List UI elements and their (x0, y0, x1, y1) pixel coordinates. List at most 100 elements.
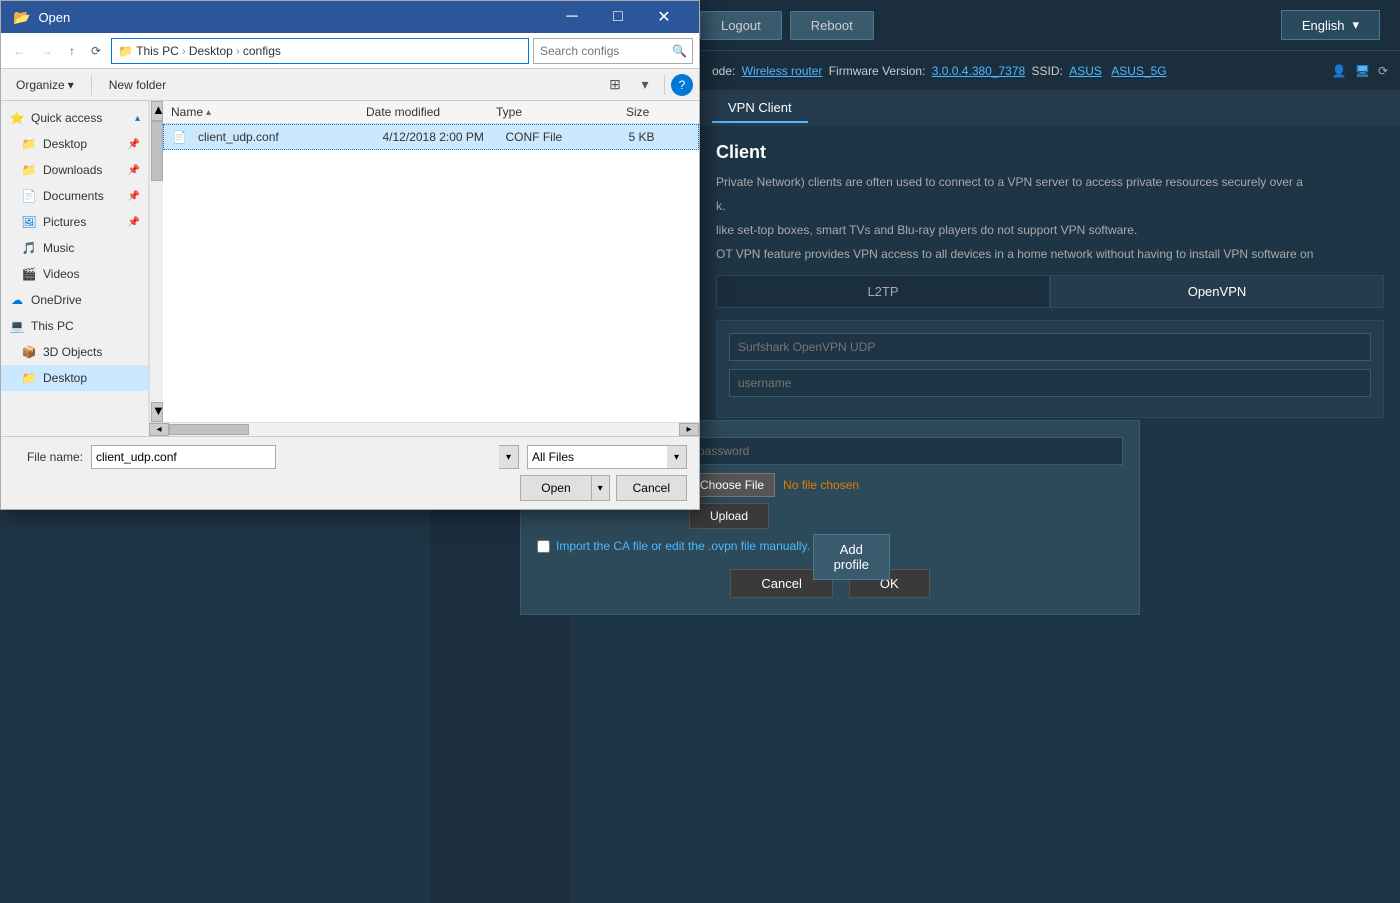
choose-file-button[interactable]: Choose File (689, 473, 775, 497)
mode-label: ode: (712, 64, 735, 78)
minimize-button[interactable]: ─ (549, 1, 595, 33)
language-button[interactable]: English ▾ (1281, 10, 1380, 40)
window-controls: ─ □ ✕ (549, 1, 687, 33)
nav-onedrive[interactable]: ☁ OneDrive (1, 287, 148, 313)
router-infobar: ode: Wireless router Firmware Version: 3… (700, 50, 1400, 90)
password-input[interactable] (689, 437, 1123, 465)
nav-quick-access[interactable]: ⭐ Quick access ▴ (1, 105, 148, 131)
dialog-titlebar: 📂 Open ─ □ ✕ (1, 1, 699, 33)
path-part-2: configs (243, 44, 281, 58)
col-date[interactable]: Date modified (366, 105, 496, 119)
new-folder-button[interactable]: New folder (100, 74, 175, 96)
scrollbar-thumb[interactable] (151, 121, 163, 181)
upload-button[interactable]: Upload (689, 503, 769, 529)
description-field (729, 333, 1371, 361)
onedrive-icon: ☁ (9, 292, 25, 308)
firmware-value-link[interactable]: 3.0.0.4.380_7378 (932, 64, 1025, 78)
path-part-0: 📁 This PC (118, 44, 179, 58)
table-row[interactable]: 📄 client_udp.conf 4/12/2018 2:00 PM CONF… (163, 124, 699, 150)
add-profile-button[interactable]: Add profile (813, 534, 890, 580)
back-button[interactable]: ← (7, 40, 31, 62)
search-input[interactable] (533, 38, 693, 64)
organize-arrow: ▾ (68, 78, 74, 92)
logout-button[interactable]: Logout (700, 11, 782, 40)
filename-row: File name: ▾ All Files ▾ (13, 445, 687, 469)
dialog-title-icon: 📂 (13, 9, 30, 26)
file-list-header: Name ▴ Date modified Type Size (163, 101, 699, 124)
dialog-content: ⭐ Quick access ▴ 📁 Desktop 📌 📁 Downloads… (1, 101, 699, 422)
desktop-2-label: Desktop (43, 371, 140, 385)
language-dropdown-icon: ▾ (1352, 17, 1359, 33)
music-label: Music (43, 241, 140, 255)
ssid-label: SSID: (1032, 64, 1063, 78)
nav-sidebar-wrapper: ⭐ Quick access ▴ 📁 Desktop 📌 📁 Downloads… (1, 101, 163, 422)
language-label: English (1302, 18, 1345, 33)
col-type[interactable]: Type (496, 105, 626, 119)
filetype-select[interactable]: All Files (527, 445, 687, 469)
mode-value-link[interactable]: Wireless router (742, 64, 823, 78)
up-button[interactable]: ↑ (63, 40, 81, 62)
scrollbar-down[interactable]: ▼ (151, 402, 163, 422)
downloads-pin: 📌 (128, 165, 140, 176)
col-name[interactable]: Name ▴ (171, 105, 366, 119)
scroll-right-btn[interactable]: ▸ (679, 423, 699, 436)
help-button[interactable]: ? (671, 74, 693, 96)
main-desc2: k. (716, 197, 1384, 215)
cancel-button[interactable]: Cancel (616, 475, 687, 501)
toolbar-right: ⊞ ▾ ? (602, 72, 693, 98)
tab-l2tp[interactable]: L2TP (716, 275, 1050, 308)
this-pc-icon: 💻 (9, 318, 25, 334)
vpn-type-tabs: L2TP OpenVPN (716, 275, 1384, 308)
import-ca-checkbox[interactable] (537, 540, 550, 553)
scroll-left-btn[interactable]: ◂ (149, 423, 169, 436)
username-input[interactable] (729, 369, 1371, 397)
documents-label: Documents (43, 189, 122, 203)
address-path[interactable]: 📁 This PC › Desktop › configs (111, 38, 529, 64)
pictures-pin: 📌 (128, 217, 140, 228)
close-button[interactable]: ✕ (641, 1, 687, 33)
nav-documents[interactable]: 📄 Documents 📌 (1, 183, 148, 209)
reboot-button[interactable]: Reboot (790, 11, 874, 40)
quick-access-label: Quick access (31, 111, 129, 125)
horizontal-scrollbar[interactable]: ◂ ▸ (149, 422, 699, 436)
nav-downloads[interactable]: 📁 Downloads 📌 (1, 157, 148, 183)
nav-this-pc[interactable]: 💻 This PC (1, 313, 148, 339)
refresh-button[interactable]: ⟳ (85, 40, 107, 62)
forward-button[interactable]: → (35, 40, 59, 62)
3d-objects-label: 3D Objects (43, 345, 140, 359)
organize-button[interactable]: Organize ▾ (7, 74, 83, 96)
nav-music[interactable]: 🎵 Music (1, 235, 148, 261)
nav-videos[interactable]: 🎬 Videos (1, 261, 148, 287)
scroll-thumb-h[interactable] (169, 424, 249, 435)
view-options-button[interactable]: ⊞ (602, 72, 628, 98)
organize-label: Organize (16, 78, 65, 92)
nav-desktop[interactable]: 📁 Desktop 📌 (1, 131, 148, 157)
view-dropdown-button[interactable]: ▾ (632, 72, 658, 98)
documents-pin: 📌 (128, 191, 140, 202)
scrollbar-up[interactable]: ▲ (151, 101, 163, 121)
maximize-button[interactable]: □ (595, 1, 641, 33)
col-size[interactable]: Size (626, 105, 691, 119)
nav-sidebar: ⭐ Quick access ▴ 📁 Desktop 📌 📁 Downloads… (1, 101, 149, 422)
description-input[interactable] (729, 333, 1371, 361)
username-field (729, 369, 1371, 397)
display-icon: 🖥 (1355, 64, 1370, 78)
downloads-label: Downloads (43, 163, 122, 177)
dialog-buttons-row: Open ▾ Cancel (91, 475, 687, 501)
open-dropdown-button[interactable]: ▾ (592, 475, 610, 501)
nav-pictures[interactable]: 🖼 Pictures 📌 (1, 209, 148, 235)
nav-desktop-2[interactable]: 📁 Desktop (1, 365, 148, 391)
file-name: client_udp.conf (198, 130, 383, 144)
nav-3d-objects[interactable]: 📦 3D Objects (1, 339, 148, 365)
filename-input[interactable] (91, 445, 276, 469)
filename-dropdown-button[interactable]: ▾ (499, 445, 519, 469)
tab-vpn-client[interactable]: VPN Client (712, 94, 808, 123)
tab-openvpn[interactable]: OpenVPN (1050, 275, 1384, 308)
ssid5g-link[interactable]: ASUS_5G (1111, 64, 1166, 78)
file-date: 4/12/2018 2:00 PM (383, 130, 506, 144)
import-file-row: Choose File No file chosen (689, 473, 859, 497)
vpn-form (716, 320, 1384, 418)
nav-sidebar-scrollbar[interactable]: ▲ ▼ (149, 101, 163, 422)
open-button[interactable]: Open (520, 475, 591, 501)
ssid-value-link[interactable]: ASUS (1069, 64, 1102, 78)
